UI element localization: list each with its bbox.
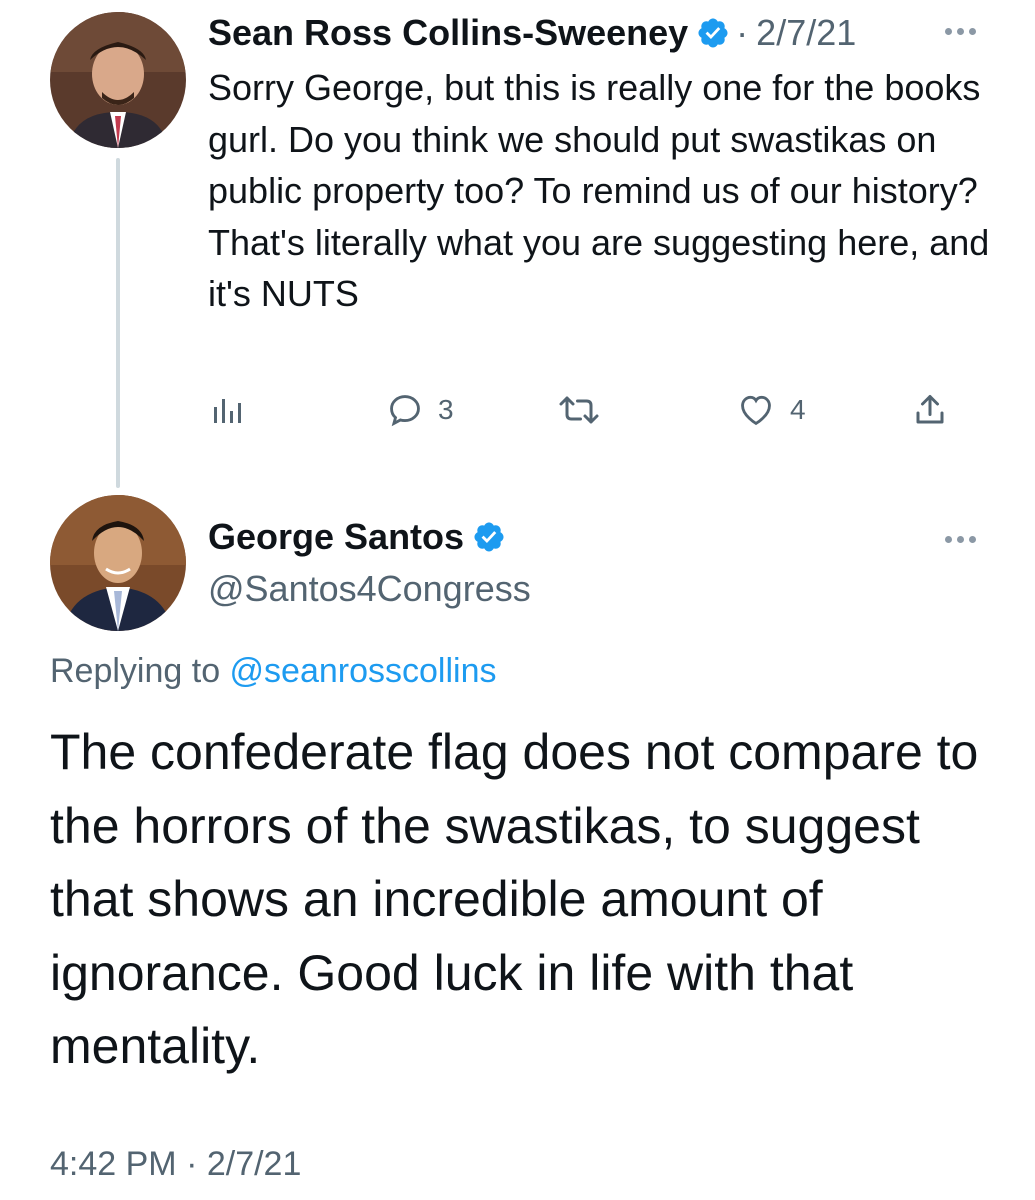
views-button[interactable] xyxy=(210,388,244,432)
retweet-button[interactable] xyxy=(558,388,614,432)
mention-link[interactable]: @seanrosscollins xyxy=(230,652,497,690)
avatar-george[interactable] xyxy=(50,495,186,631)
reply-button[interactable]: 3 xyxy=(386,388,454,432)
verified-badge-icon xyxy=(472,520,506,554)
author-name[interactable]: George Santos xyxy=(208,516,464,558)
separator-dot: · xyxy=(736,12,749,53)
reply-count: 3 xyxy=(438,394,454,425)
avatar-image xyxy=(50,12,186,148)
analytics-icon xyxy=(214,399,241,423)
like-count: 4 xyxy=(790,394,806,425)
parent-tweet-header: Sean Ross Collins-Sweeney · 2/7/21 xyxy=(208,12,856,54)
tweet-thread: Sean Ross Collins-Sweeney · 2/7/21 Sorry… xyxy=(0,0,1035,1200)
tweet-timestamp[interactable]: 4:42 PM · 2/7/21 xyxy=(50,1145,301,1184)
replying-prefix: Replying to xyxy=(50,652,230,690)
thread-connector-line xyxy=(116,158,120,488)
share-icon xyxy=(916,395,944,424)
like-button[interactable]: 4 xyxy=(736,388,806,432)
reply-icon xyxy=(390,395,420,427)
avatar-sean[interactable] xyxy=(50,12,186,148)
more-options-icon[interactable] xyxy=(945,532,985,546)
verified-badge-icon xyxy=(696,16,730,50)
main-tweet-header: George Santos xyxy=(208,516,506,558)
retweet-icon xyxy=(559,396,599,424)
author-name[interactable]: Sean Ross Collins-Sweeney xyxy=(208,12,688,54)
replying-to-line: Replying to @seanrosscollins xyxy=(50,652,497,691)
more-options-icon[interactable] xyxy=(945,24,985,38)
parent-tweet-text: Sorry George, but this is really one for… xyxy=(208,67,990,314)
author-handle[interactable]: @Santos4Congress xyxy=(208,568,531,610)
avatar-image xyxy=(50,495,186,631)
share-button[interactable] xyxy=(912,388,948,432)
tweet-date[interactable]: 2/7/21 xyxy=(756,12,856,54)
main-tweet-text: The confederate flag does not compare to… xyxy=(50,724,979,1074)
heart-icon xyxy=(741,395,771,426)
